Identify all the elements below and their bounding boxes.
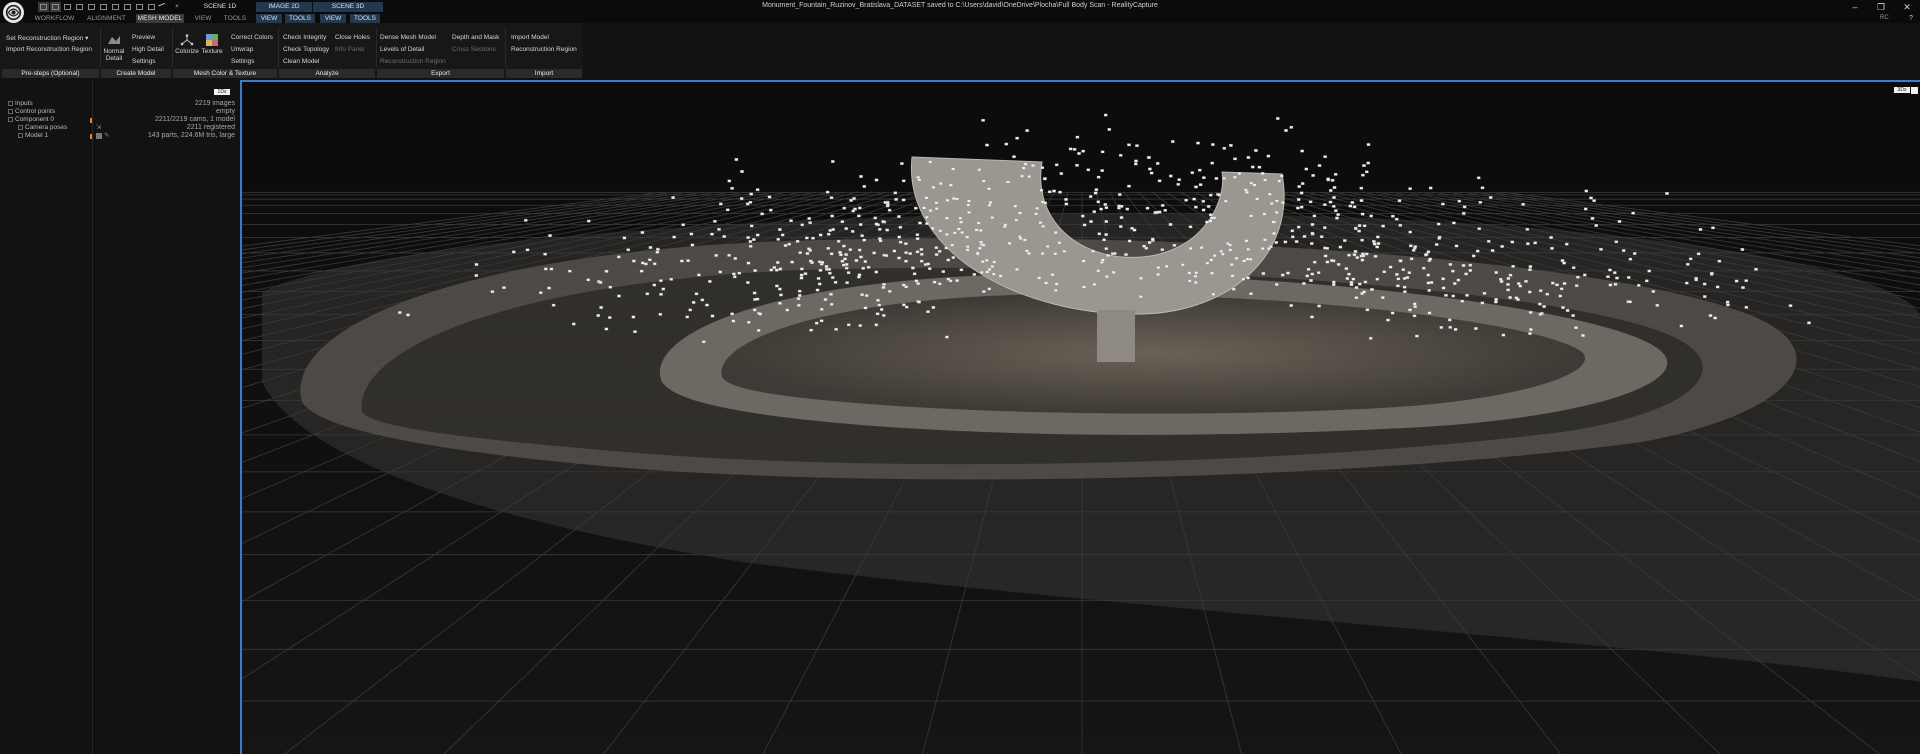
tab-scene-3d[interactable]: SCENE 3D [313, 2, 383, 12]
realitycapture-logo-icon[interactable] [3, 2, 24, 23]
tab-mesh-model[interactable]: MESH MODEL [136, 14, 184, 23]
import-reconstruction-region-button[interactable]: Import Reconstruction Region [6, 46, 92, 53]
group-separator [100, 27, 101, 68]
tab-scene-tools[interactable]: TOOLS [350, 14, 380, 23]
tree-row-component-0[interactable]: Component 0 [8, 116, 54, 124]
tree-row-model-1[interactable]: Model 1 [18, 132, 48, 140]
tree-row-control-points[interactable]: Control points [8, 108, 55, 116]
export-reconstruction-region-button[interactable]: Reconstruction Region [380, 58, 446, 65]
rc-badge: RC [1880, 15, 1889, 21]
tree-value-model-1: 143 parts, 224.6M tris, large [147, 132, 235, 139]
group-label-export: Export [377, 69, 504, 78]
3d-viewport[interactable] [240, 80, 1920, 754]
layout-3-icon[interactable] [62, 2, 73, 12]
export-cross-sections-button[interactable]: Cross Sections [452, 46, 496, 53]
clean-model-button[interactable]: Clean Model [283, 58, 320, 65]
expand-icon[interactable] [8, 100, 13, 106]
collapse-icon[interactable] [8, 116, 13, 122]
tab-workflow[interactable]: WORKFLOW [32, 14, 77, 23]
expand-icon[interactable] [8, 108, 13, 114]
group-separator [172, 27, 173, 68]
layout-2-icon[interactable] [50, 2, 61, 12]
import-reconstruction-region-ribbon-button[interactable]: Reconstruction Region [511, 46, 577, 53]
tab-scene-view[interactable]: VIEW [320, 14, 346, 23]
import-model-button[interactable]: Import Model [511, 34, 549, 41]
tree-value-camera-poses: 2211 registered [186, 124, 235, 131]
colorize-icon [180, 34, 194, 46]
close-layout-button[interactable]: × [172, 2, 182, 12]
correct-colors-button[interactable]: Correct Colors [231, 34, 273, 41]
layout-4-icon[interactable] [74, 2, 85, 12]
tab-view[interactable]: VIEW [190, 14, 216, 23]
tab-alignment[interactable]: ALIGNMENT [84, 14, 129, 23]
texture-button[interactable]: Texture [200, 34, 224, 55]
layout-6-icon[interactable] [98, 2, 109, 12]
1ds-tree-panel [0, 80, 93, 754]
preview-button[interactable]: Preview [132, 34, 155, 41]
tree-row-inputs[interactable]: Inputs [8, 100, 33, 108]
tree-value-component-0: 2211/2219 cams, 1 model [154, 116, 235, 123]
create-settings-button[interactable]: Settings [132, 58, 156, 65]
group-label-mesh-color-texture: Mesh Color & Texture [173, 69, 277, 78]
1ds-values-panel [93, 80, 238, 754]
close-button[interactable]: ✕ [1892, 1, 1920, 13]
3ds-view-badge[interactable]: 3Ds [1894, 87, 1910, 93]
group-separator [505, 27, 506, 68]
group-label-import: Import [506, 69, 582, 78]
export-dense-mesh-button[interactable]: Dense Mesh Model [380, 34, 436, 41]
tab-tools[interactable]: TOOLS [220, 14, 250, 23]
check-integrity-button[interactable]: Check Integrity [283, 34, 326, 41]
check-topology-button[interactable]: Check Topology [283, 46, 329, 53]
unwrap-button[interactable]: Unwrap [231, 46, 253, 53]
layout-7-icon[interactable] [110, 2, 121, 12]
1ds-view-badge[interactable]: 1Ds [214, 89, 230, 95]
layout-9-icon[interactable] [134, 2, 145, 12]
group-separator [278, 27, 279, 68]
tab-image-view[interactable]: VIEW [256, 14, 282, 23]
tree-value-inputs: 2219 images [194, 100, 235, 107]
tree-row-camera-poses[interactable]: Camera poses [18, 124, 67, 132]
layout-10-icon[interactable] [146, 2, 157, 12]
layout-5-icon[interactable] [86, 2, 97, 12]
undo-icon[interactable] [157, 2, 168, 12]
layout-1-icon[interactable] [38, 2, 49, 12]
viewport-options-icon[interactable] [1911, 87, 1918, 94]
texture-settings-button[interactable]: Settings [231, 58, 255, 65]
normal-detail-icon [107, 34, 121, 46]
group-separator [376, 27, 377, 68]
help-icon[interactable]: ? [1896, 14, 1920, 23]
colorize-button[interactable]: Colorize [174, 34, 200, 55]
tab-image-2d[interactable]: IMAGE 2D [256, 2, 312, 12]
set-reconstruction-region-button[interactable]: Set Reconstruction Region ▾ [6, 34, 88, 42]
group-label-analyze: Analyze [279, 69, 375, 78]
expand-icon[interactable] [18, 124, 23, 130]
tab-image-tools[interactable]: TOOLS [285, 14, 315, 23]
tree-value-control-points: empty [215, 108, 235, 115]
group-label-create-model: Create Model [101, 69, 171, 78]
group-label-prestep: Pre-steps (Optional) [2, 69, 99, 78]
high-detail-button[interactable]: High Detail [132, 46, 164, 53]
normal-detail-button[interactable]: Normal Detail [102, 34, 126, 62]
close-holes-button[interactable]: Close Holes [335, 34, 370, 41]
export-levels-detail-button[interactable]: Levels of Detail [380, 46, 424, 53]
sculpture-pillar [1097, 310, 1135, 362]
layout-8-icon[interactable] [122, 2, 133, 12]
tab-scene-1d[interactable]: SCENE 1D [185, 2, 255, 12]
3d-scene-render[interactable] [242, 82, 1920, 754]
expand-icon[interactable] [18, 132, 23, 138]
export-depth-mask-button[interactable]: Depth and Mask [452, 34, 499, 41]
dropdown-arrow-icon: ▾ [85, 35, 89, 42]
info-panel-button[interactable]: Info Panel [335, 46, 364, 53]
texture-icon [205, 34, 219, 46]
